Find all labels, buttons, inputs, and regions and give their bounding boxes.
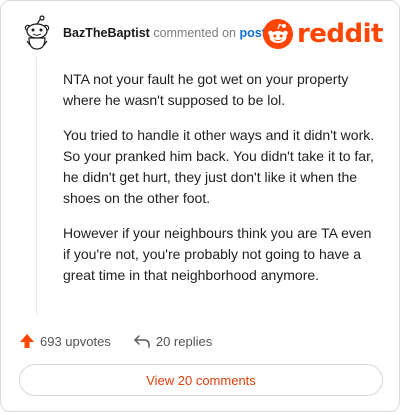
upvote-button[interactable]: 693 upvotes [19, 333, 111, 349]
reply-button[interactable]: 20 replies [133, 333, 212, 349]
comment-actions: 693 upvotes 20 replies [19, 331, 212, 351]
comment-paragraph: NTA not your fault he got wet on your pr… [63, 71, 349, 108]
avatar[interactable] [19, 15, 55, 51]
snoo-avatar-icon [24, 15, 50, 50]
upvote-count: 693 upvotes [40, 333, 111, 349]
view-comments-button[interactable]: View 20 comments [19, 364, 383, 396]
reddit-logo: reddit [262, 18, 384, 50]
comment-paragraph: However if your neighbours think you are… [63, 225, 372, 283]
comment-body: NTA not your fault he got wet on your pr… [63, 69, 381, 300]
reply-arrow-icon [134, 335, 150, 348]
comment-paragraph: You tried to handle it other ways and it… [63, 127, 375, 206]
comment-header: BazTheBaptist commented on post [63, 25, 266, 41]
comment-card: BazTheBaptist commented on post reddit N… [0, 0, 400, 412]
post-link[interactable]: post [239, 26, 265, 40]
reddit-wordmark: reddit [296, 19, 384, 49]
username[interactable]: BazTheBaptist [63, 26, 150, 40]
upvote-arrow-icon [20, 334, 34, 348]
reddit-snoo-icon [262, 19, 293, 49]
action-text: commented on [153, 26, 236, 40]
thread-line [36, 57, 37, 315]
reply-count: 20 replies [155, 333, 213, 349]
